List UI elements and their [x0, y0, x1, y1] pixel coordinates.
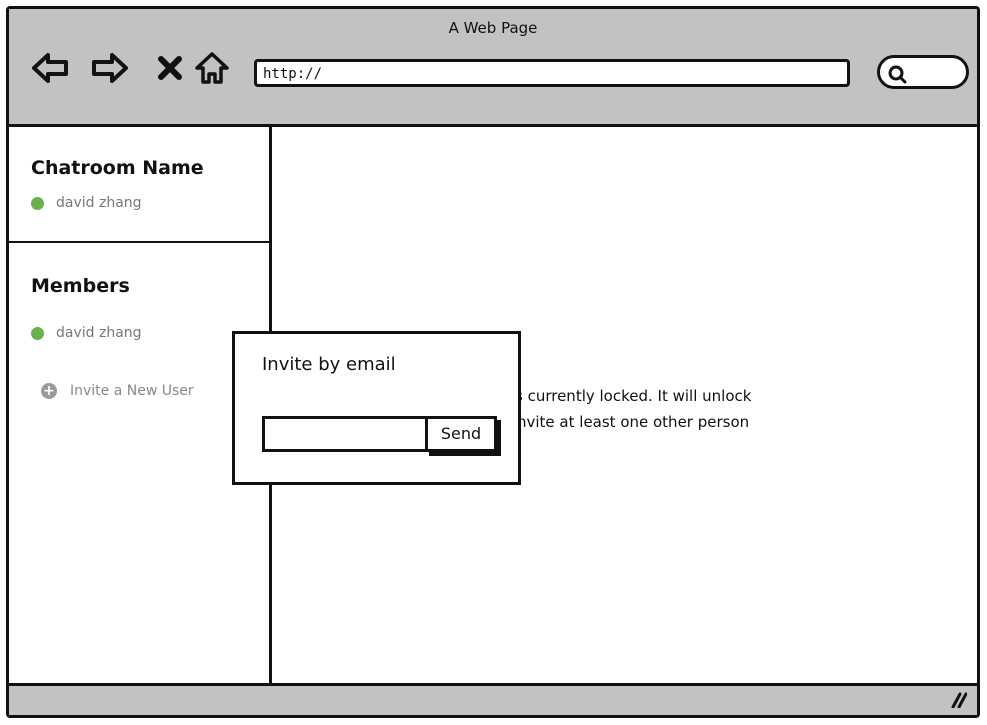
invite-new-user-label: Invite a New User	[70, 383, 194, 399]
search-field[interactable]	[877, 55, 969, 89]
online-status-icon	[31, 326, 44, 340]
home-button[interactable]	[193, 49, 231, 87]
chatroom-user-name: david zhang	[56, 195, 142, 211]
add-circle-icon: +	[41, 383, 57, 399]
online-status-icon	[31, 196, 44, 210]
members-heading: Members	[31, 275, 130, 297]
status-bar	[9, 683, 977, 715]
forward-icon	[92, 53, 128, 83]
chatroom-header: Chatroom Name david zhang	[9, 127, 269, 243]
home-icon	[195, 52, 229, 84]
window-title: A Web Page	[448, 19, 538, 37]
member-item[interactable]: david zhang	[31, 325, 142, 341]
browser-toolbar: A Web Page http://	[9, 9, 977, 127]
member-name: david zhang	[56, 325, 142, 341]
close-icon	[158, 56, 182, 80]
email-input[interactable]	[262, 416, 425, 452]
forward-button[interactable]	[91, 49, 129, 87]
resize-grip-icon[interactable]	[947, 692, 967, 708]
modal-title: Invite by email	[262, 354, 396, 375]
chatroom-name: Chatroom Name	[31, 157, 204, 179]
back-button[interactable]	[31, 49, 69, 87]
stop-button[interactable]	[151, 49, 189, 87]
search-icon	[888, 65, 907, 84]
back-icon	[32, 53, 68, 83]
address-bar[interactable]: http://	[254, 59, 850, 87]
chatroom-user: david zhang	[31, 195, 142, 211]
invite-modal: Invite by email Send	[232, 331, 521, 485]
invite-new-user-link[interactable]: + Invite a New User	[41, 383, 194, 399]
browser-window: A Web Page http:// Chatroom Name david z…	[6, 6, 980, 718]
send-button[interactable]: Send	[425, 416, 497, 452]
